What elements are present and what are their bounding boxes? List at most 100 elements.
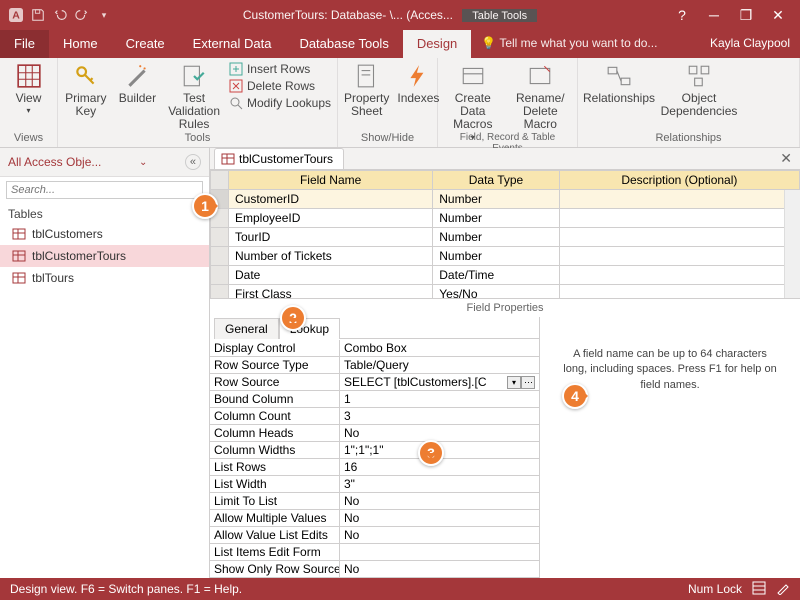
prop-row[interactable]: Column HeadsNo: [210, 425, 539, 442]
check-icon: [180, 62, 208, 90]
window-title: CustomerTours: Database- \... (Acces... …: [112, 8, 668, 22]
help-icon[interactable]: ?: [668, 5, 696, 25]
prop-row[interactable]: Column Count3: [210, 408, 539, 425]
prop-row[interactable]: Show Only Row Source VNo: [210, 561, 539, 578]
access-app-icon: A: [8, 7, 24, 23]
field-properties: Field Properties General Lookup Display …: [210, 298, 800, 578]
group-label: Relationships: [584, 132, 793, 145]
dependencies-icon: [685, 62, 713, 90]
field-row[interactable]: DateDate/Time: [211, 266, 800, 285]
test-validation-button[interactable]: Test Validation Rules: [167, 62, 221, 132]
field-row[interactable]: EmployeeIDNumber: [211, 209, 800, 228]
close-icon[interactable]: ✕: [764, 5, 792, 25]
tab-external-data[interactable]: External Data: [179, 30, 286, 58]
tab-home[interactable]: Home: [49, 30, 112, 58]
prop-row[interactable]: Limit To ListNo: [210, 493, 539, 510]
design-grid[interactable]: Field Name Data Type Description (Option…: [210, 170, 800, 298]
col-data-type[interactable]: Data Type: [433, 171, 559, 190]
col-description[interactable]: Description (Optional): [559, 171, 799, 190]
status-text: Design view. F6 = Switch panes. F1 = Hel…: [10, 582, 688, 596]
field-help-text: A field name can be up to 64 characters …: [540, 317, 800, 578]
datasheet-view-icon[interactable]: [752, 581, 766, 598]
prop-row[interactable]: List Items Edit Form: [210, 544, 539, 561]
property-sheet-button[interactable]: Property Sheet: [344, 62, 389, 118]
nav-item-tblcustomertours[interactable]: tblCustomerTours: [0, 245, 209, 267]
builder-button[interactable]: Builder: [116, 62, 160, 105]
search-input[interactable]: [6, 181, 203, 199]
group-label: Views: [6, 132, 51, 145]
numlock-indicator: Num Lock: [688, 582, 742, 596]
design-view-icon[interactable]: [776, 581, 790, 598]
lightning-icon: [404, 62, 432, 90]
qat-dropdown-icon[interactable]: ▾: [96, 7, 112, 23]
proptab-general[interactable]: General: [214, 318, 279, 339]
undo-icon[interactable]: [52, 7, 68, 23]
tab-design[interactable]: Design: [403, 30, 471, 58]
wand-icon: [123, 62, 151, 90]
nav-dropdown-icon[interactable]: ⌄: [139, 157, 147, 168]
rows-group: Insert Rows Delete Rows Modify Lookups: [229, 62, 331, 110]
field-row[interactable]: CustomerIDNumber: [211, 190, 800, 209]
prop-row[interactable]: Allow Multiple ValuesNo: [210, 510, 539, 527]
save-icon[interactable]: [30, 7, 46, 23]
prop-row[interactable]: List Rows16: [210, 459, 539, 476]
minimize-icon[interactable]: ─: [700, 5, 728, 25]
prop-row[interactable]: Row Source TypeTable/Query: [210, 357, 539, 374]
key-icon: [72, 62, 100, 90]
builder-icon[interactable]: ⋯: [521, 376, 535, 389]
close-tab-icon[interactable]: ✕: [772, 150, 800, 167]
nav-item-tbltours[interactable]: tblTours: [0, 267, 209, 289]
row-selector-header[interactable]: [211, 171, 229, 190]
col-field-name[interactable]: Field Name: [229, 171, 433, 190]
grid-icon: [15, 62, 43, 90]
prop-row[interactable]: Column Widths1";1";1": [210, 442, 539, 459]
prop-row[interactable]: List Width3": [210, 476, 539, 493]
create-data-macros-button[interactable]: Create Data Macros▾: [444, 62, 502, 142]
field-row[interactable]: TourIDNumber: [211, 228, 800, 247]
navigation-pane: All Access Obje... ⌄ « Tables ⌄ tblCusto…: [0, 148, 210, 578]
title-bar: A ▾ CustomerTours: Database- \... (Acces…: [0, 0, 800, 30]
quick-access-toolbar: A ▾: [8, 7, 112, 23]
prop-row[interactable]: Bound Column1: [210, 391, 539, 408]
delete-rows-button[interactable]: Delete Rows: [229, 79, 331, 93]
macro-icon: [459, 62, 487, 90]
dropdown-icon[interactable]: ▾: [507, 376, 521, 389]
view-button[interactable]: View▾: [6, 62, 51, 116]
tab-database-tools[interactable]: Database Tools: [285, 30, 402, 58]
tab-create[interactable]: Create: [112, 30, 179, 58]
nav-item-tblcustomers[interactable]: tblCustomers: [0, 223, 209, 245]
callout-2: 2: [280, 305, 306, 331]
field-row[interactable]: First ClassYes/No: [211, 285, 800, 298]
prop-row[interactable]: Allow Value List EditsNo: [210, 527, 539, 544]
object-dependencies-button[interactable]: Object Dependencies: [662, 62, 736, 118]
prop-row[interactable]: Row SourceSELECT [tblCustomers].[C▾⋯: [210, 374, 539, 391]
group-label: Show/Hide: [344, 132, 431, 145]
relationships-button[interactable]: Relationships: [584, 62, 654, 105]
redo-icon[interactable]: [74, 7, 90, 23]
insert-rows-button[interactable]: Insert Rows: [229, 62, 331, 76]
prop-row[interactable]: Display ControlCombo Box: [210, 340, 539, 357]
callout-3: 3: [418, 440, 444, 466]
nav-header[interactable]: All Access Obje...: [8, 155, 101, 169]
rename-icon: [526, 62, 554, 90]
nav-collapse-icon[interactable]: «: [185, 154, 201, 170]
user-name[interactable]: Kayla Claypool: [700, 30, 800, 58]
callout-1: 1: [192, 193, 218, 219]
ribbon-tabs: File Home Create External Data Database …: [0, 30, 800, 58]
ribbon: View▾ Views Primary Key Builder Test Val…: [0, 58, 800, 148]
rename-delete-macro-button[interactable]: Rename/ Delete Macro: [510, 62, 571, 132]
tab-file[interactable]: File: [0, 30, 49, 58]
primary-key-button[interactable]: Primary Key: [64, 62, 108, 118]
tell-me-input[interactable]: 💡 Tell me what you want to do...: [471, 30, 700, 58]
nav-section-tables[interactable]: Tables ⌄: [0, 203, 209, 223]
svg-text:A: A: [12, 10, 20, 22]
table-icon: [221, 152, 235, 166]
tab-tblcustomertours[interactable]: tblCustomerTours: [214, 148, 344, 169]
document-tabs: tblCustomerTours ✕: [210, 148, 800, 170]
indexes-button[interactable]: Indexes: [397, 62, 439, 105]
restore-icon[interactable]: ❐: [732, 5, 760, 25]
vertical-scrollbar[interactable]: [784, 190, 800, 298]
relationships-icon: [605, 62, 633, 90]
modify-lookups-button[interactable]: Modify Lookups: [229, 96, 331, 110]
field-row[interactable]: Number of TicketsNumber: [211, 247, 800, 266]
